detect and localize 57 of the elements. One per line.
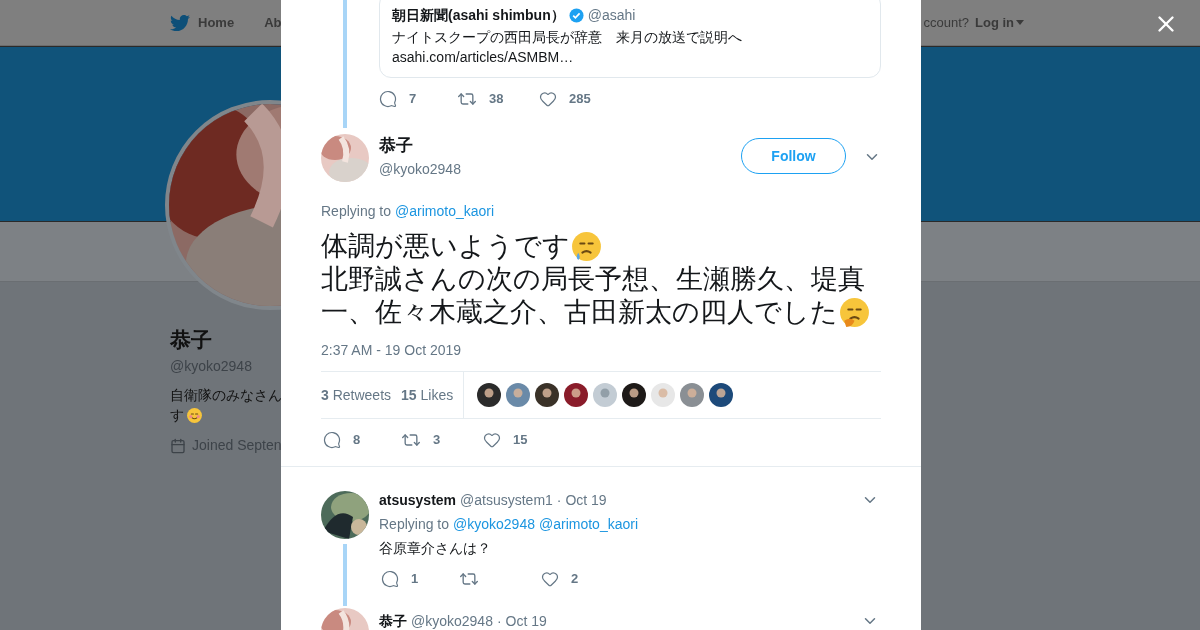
tweet-text: 体調が悪いようです [321, 230, 570, 263]
author-handle: @atsusystem1 [460, 491, 553, 510]
retweet-stat[interactable]: 3 Retweets [321, 384, 392, 406]
reply-icon[interactable] [323, 431, 341, 449]
mention-link[interactable]: @arimoto_kaori [539, 514, 638, 534]
avatar[interactable] [622, 383, 647, 407]
reply-icon[interactable] [381, 570, 399, 588]
like-count: 285 [569, 90, 591, 109]
reply-icon[interactable] [379, 90, 397, 108]
tweet-date: · Oct 19 [556, 491, 607, 510]
caret-icon [1016, 20, 1024, 25]
avatar[interactable] [535, 383, 560, 407]
author-name: atsusystem [379, 491, 457, 510]
author-name: 恭子 [379, 612, 407, 630]
profile-bio: す [170, 406, 184, 425]
reply-count: 7 [409, 90, 417, 109]
login-prompt: ccount? [923, 13, 969, 32]
like-icon[interactable] [539, 90, 557, 108]
profile-name: 恭子 [170, 327, 212, 353]
retweet-count: 3 [433, 431, 441, 450]
replying-label: Replying to [379, 515, 450, 534]
avatar[interactable] [564, 383, 589, 407]
author-handle: @asahi [587, 6, 636, 25]
like-icon[interactable] [541, 570, 559, 588]
avatar[interactable] [477, 383, 502, 407]
calendar-icon [170, 437, 186, 454]
avatar[interactable] [709, 383, 734, 407]
timestamp: 2:37 AM - 19 Oct 2019 [321, 341, 463, 360]
thinking-face-icon [838, 296, 871, 329]
profile-bio: 自衛隊のみなさん [170, 386, 282, 405]
reply-text: 谷原章介さんは？ [379, 539, 492, 558]
tweet-text: 一、佐々木蔵之介、古田新太の四人でした [321, 296, 838, 329]
replying-label: Replying to [321, 202, 392, 221]
reply-count: 1 [411, 570, 419, 589]
nav-link[interactable]: Home [170, 12, 235, 33]
author-handle: @kyoko2948 [411, 612, 493, 630]
bird-icon [170, 12, 190, 33]
login-link[interactable]: Log in [975, 12, 1024, 33]
mention-link[interactable]: @arimoto_kaori [395, 201, 495, 221]
crying-face-icon [570, 230, 603, 263]
author-handle: @kyoko2948 [379, 160, 462, 179]
avatar[interactable] [321, 491, 369, 539]
smiling-face-icon [186, 406, 203, 424]
like-count: 2 [571, 570, 579, 589]
quoted-text: ナイトスクープの西田局長が辞意 来月の放送で説明へ [392, 28, 743, 47]
like-stat[interactable]: 15 Likes [401, 384, 454, 406]
like-icon[interactable] [483, 431, 501, 449]
retweet-count: 38 [489, 90, 504, 109]
reply-count: 8 [353, 431, 361, 450]
tweet-date: · Oct 19 [496, 612, 547, 630]
author-name: 朝日新聞(asahi shimbun） [392, 6, 565, 25]
nav-link[interactable]: Ab [264, 12, 282, 33]
tweet-text: 北野誠さんの次の局長予想、生瀬勝久、堤真 [321, 263, 865, 296]
author-name: 恭子 [379, 136, 414, 156]
mention-link[interactable]: @kyoko2948 [453, 514, 535, 534]
like-count: 15 [513, 431, 528, 450]
quoted-link: asahi.com/articles/ASMBM… [392, 48, 575, 67]
